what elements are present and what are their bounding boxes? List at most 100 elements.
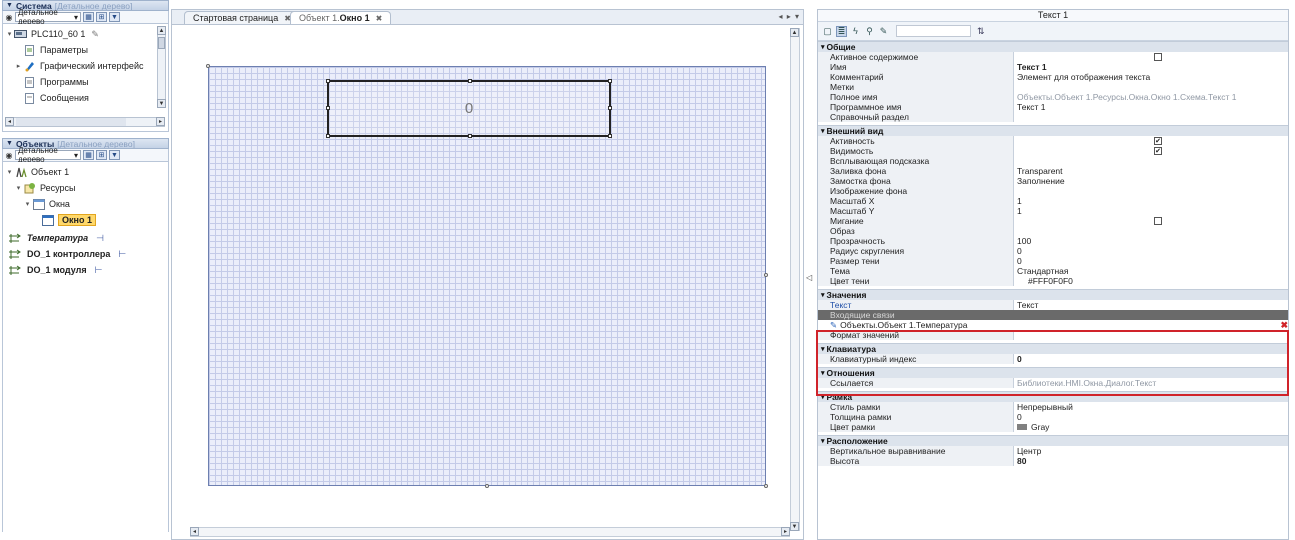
prop-value[interactable]: #FFF0F0F0 [1014, 276, 1288, 286]
resize-handle[interactable] [326, 79, 330, 83]
prop-value[interactable]: ⇄ Текст [1014, 300, 1288, 310]
scroll-left-icon[interactable]: ◂ [190, 527, 199, 536]
prop-value[interactable]: Gray [1014, 422, 1288, 432]
tree-item-params[interactable]: Параметры [23, 43, 88, 57]
prop-row-text[interactable]: Текст ⇄ Текст [818, 300, 1288, 310]
prop-row[interactable]: Радиус скругления 0 [818, 246, 1288, 256]
prop-row[interactable]: Высота 80 [818, 456, 1288, 466]
group-keyboard[interactable]: ▾ Клавиатура [818, 343, 1288, 354]
edit-icon[interactable]: ✎ [91, 29, 99, 40]
prop-row[interactable]: Тема Стандартная [818, 266, 1288, 276]
expand-icon[interactable]: ▸ [14, 62, 23, 70]
objects-view-select[interactable]: Детальное дерево ▾ [15, 146, 81, 164]
tab-controls-icon[interactable]: ◂ ▸ ▾ [779, 12, 801, 21]
scroll-down-icon[interactable]: ▼ [157, 99, 166, 108]
editor-vscrollbar[interactable]: ▲ ▼ [790, 28, 800, 531]
editor-hscrollbar[interactable]: ◂ ▸ [190, 527, 790, 537]
collapse-icon[interactable]: ▼ [6, 140, 13, 147]
scroll-up-icon[interactable]: ▲ [790, 28, 799, 37]
incoming-link-row[interactable]: ✎ Объекты.Объект 1.Температура ✖ [818, 320, 1288, 330]
prop-row[interactable]: Всплывающая подсказка [818, 156, 1288, 166]
resize-handle[interactable] [326, 106, 330, 110]
prop-row[interactable]: Цвет тени #FFF0F0F0 [818, 276, 1288, 286]
collapse-icon[interactable]: ▾ [14, 184, 23, 192]
prop-value[interactable] [1014, 52, 1288, 62]
prop-value[interactable]: 0 [1014, 246, 1288, 256]
prop-row[interactable]: Имя Текст 1 [818, 62, 1288, 72]
prop-row[interactable]: Стиль рамки Непрерывный [818, 402, 1288, 412]
collapse-icon[interactable]: ▾ [5, 30, 14, 38]
prop-row[interactable]: Справочный раздел [818, 112, 1288, 122]
delete-link-icon[interactable]: ✖ [1280, 320, 1288, 331]
checkbox[interactable] [1154, 53, 1162, 61]
collapse-icon[interactable]: ▾ [821, 345, 825, 353]
property-search-input[interactable] [896, 25, 971, 37]
window-canvas[interactable]: 0 [206, 64, 768, 488]
grid-view-icon[interactable]: ▦ [83, 150, 94, 160]
collapse-icon[interactable]: ▼ [6, 2, 13, 9]
checkbox-checked[interactable]: ✔ [1154, 137, 1162, 145]
scroll-right-icon[interactable]: ▸ [156, 117, 165, 126]
resize-handle[interactable] [608, 79, 612, 83]
system-tree-vscrollbar[interactable]: ▲ ▼ [157, 26, 166, 108]
prop-row[interactable]: Масштаб X1 [818, 196, 1288, 206]
resize-handle[interactable] [468, 79, 472, 83]
tree-item-plc[interactable]: ▾ PLC110_60 1 ✎ [5, 27, 99, 41]
hierarchy-icon[interactable]: ⊞ [96, 150, 107, 160]
close-icon[interactable]: ✖ [376, 14, 383, 23]
prop-value[interactable]: ✔ [1014, 146, 1288, 156]
prop-value[interactable]: Заполнение [1014, 176, 1288, 186]
system-view-select[interactable]: Детальное дерево ▾ [15, 8, 81, 26]
prop-value[interactable]: Текст 1 [1014, 102, 1288, 112]
collapse-icon[interactable]: ▾ [821, 369, 825, 377]
prop-row[interactable]: Видимость ✔ [818, 146, 1288, 156]
collapse-icon[interactable]: ▾ [821, 43, 825, 51]
prop-row[interactable]: Программное имя Текст 1 [818, 102, 1288, 112]
resize-handle[interactable] [608, 134, 612, 138]
filter-icon[interactable]: ▼ [109, 150, 120, 160]
prop-value[interactable] [1014, 216, 1288, 226]
scroll-left-icon[interactable]: ◂ [5, 117, 14, 126]
group-frame[interactable]: ▾ Рамка [818, 391, 1288, 402]
prop-value[interactable] [1014, 330, 1288, 340]
prop-row[interactable]: Прозрачность 100 [818, 236, 1288, 246]
scroll-thumb[interactable] [16, 118, 126, 126]
categorized-icon[interactable]: ▢ [822, 26, 833, 37]
prop-value[interactable]: 0 [1014, 256, 1288, 266]
text-element[interactable]: 0 [326, 79, 612, 138]
prop-row[interactable]: Полное имя Объекты.Объект 1.Ресурсы.Окна.… [818, 92, 1288, 102]
prop-row[interactable]: Комментарий Элемент для отображения текст… [818, 72, 1288, 82]
prop-value[interactable]: 100 [1014, 236, 1288, 246]
prop-value[interactable]: Transparent [1014, 166, 1288, 176]
prop-value[interactable]: 0 [1014, 354, 1288, 364]
group-general[interactable]: ▾ Общие [818, 41, 1288, 52]
tree-item-object1[interactable]: ▾ Объект 1 [5, 165, 69, 179]
tab-window1[interactable]: Объект 1. Окно 1 ✖ [290, 11, 392, 24]
collapse-icon[interactable]: ▾ [5, 168, 14, 176]
collapse-icon[interactable]: ▾ [23, 200, 32, 208]
tree-item-do1-module[interactable]: DO_1 модуля ⊢ [7, 263, 102, 277]
prop-value[interactable] [1014, 112, 1288, 122]
prop-row[interactable]: Активное содержимое [818, 52, 1288, 62]
group-layout[interactable]: ▾ Расположение [818, 435, 1288, 446]
prop-value[interactable]: Центр [1014, 446, 1288, 456]
checkbox-checked[interactable]: ✔ [1154, 147, 1162, 155]
prop-value[interactable]: Текст 1 [1014, 62, 1288, 72]
prop-row[interactable]: Формат значений [818, 330, 1288, 340]
hierarchy-icon[interactable]: ⊞ [96, 12, 107, 22]
resize-handle[interactable] [206, 64, 210, 68]
collapse-icon[interactable]: ▾ [821, 393, 825, 401]
collapse-icon[interactable]: ▾ [821, 291, 825, 299]
prop-value[interactable]: Стандартная [1014, 266, 1288, 276]
prop-value[interactable]: 1 [1014, 206, 1288, 216]
list-view-icon[interactable]: ≣ [836, 25, 847, 37]
tab-start-page[interactable]: Стартовая страница ✖ [184, 11, 300, 24]
prop-row[interactable]: Замостка фона Заполнение [818, 176, 1288, 186]
tree-item-windows[interactable]: ▾ Окна [23, 197, 70, 211]
collapse-icon[interactable]: ▾ [821, 127, 825, 135]
grid-view-icon[interactable]: ▦ [83, 12, 94, 22]
prop-row[interactable]: Ссылается Библиотеки.HMI.Окна.Диалог.Текс… [818, 378, 1288, 388]
collapse-right-panel-icon[interactable]: ◁ [806, 273, 812, 282]
tool-icon[interactable]: ✎ [878, 26, 889, 37]
resize-handle[interactable] [608, 106, 612, 110]
